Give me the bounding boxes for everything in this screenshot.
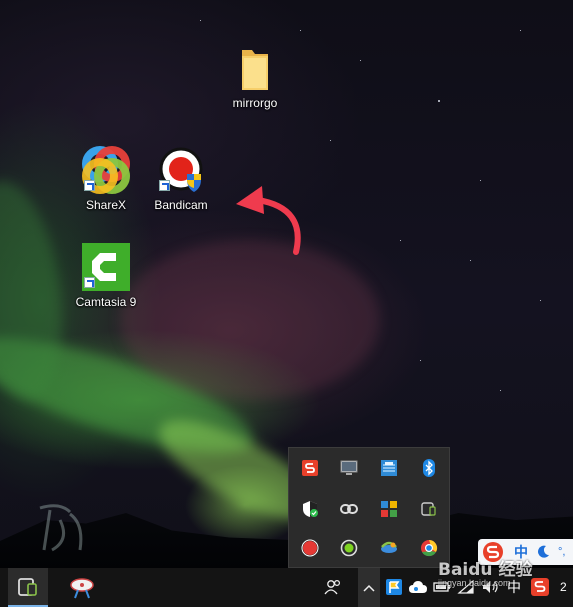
desktop-icon-camtasia[interactable]: Camtasia 9 <box>66 243 146 309</box>
people-button[interactable] <box>322 576 344 598</box>
tray-item[interactable] <box>338 457 360 479</box>
ime-punct-label[interactable]: °, <box>558 546 565 558</box>
color-squares-icon <box>381 501 397 517</box>
star <box>540 300 541 301</box>
desktop-icon-bandicam[interactable]: Bandicam <box>141 146 221 212</box>
tray-item[interactable] <box>378 457 400 479</box>
sogou-s-icon <box>302 460 318 476</box>
bluetooth-icon <box>423 459 435 477</box>
phone-mirror-icon <box>421 502 436 516</box>
shortcut-arrow-icon <box>159 180 170 191</box>
tray-item[interactable] <box>418 537 440 559</box>
earth-sync-icon <box>381 541 397 553</box>
moon-icon[interactable] <box>536 545 550 559</box>
tray-item[interactable] <box>299 457 321 479</box>
folder-icon <box>242 50 268 90</box>
tray-cloud[interactable] <box>408 577 428 597</box>
calligraphy-watermark <box>39 504 83 552</box>
chevron-up-icon <box>363 584 375 592</box>
green-circle-icon <box>340 539 358 557</box>
cut-tool-icon <box>70 577 94 598</box>
star <box>500 390 501 391</box>
tray-item[interactable] <box>299 537 321 559</box>
watermark-title: Baidu 经验 <box>438 560 533 580</box>
desktop-icon-label: mirrorgo <box>232 96 278 110</box>
app-flag-icon <box>386 579 402 595</box>
tray-sogou[interactable] <box>530 577 550 597</box>
tray-item[interactable] <box>299 498 321 520</box>
star <box>400 240 401 241</box>
cloud-icon <box>409 581 427 593</box>
sogou-s-icon <box>531 578 549 596</box>
phone-mirror-icon <box>18 577 37 596</box>
record-red-icon <box>301 539 319 557</box>
tray-item[interactable] <box>338 498 360 520</box>
desktop-icon-mirrorgo[interactable]: mirrorgo <box>215 48 295 110</box>
annotation-arrow <box>236 186 301 255</box>
clock[interactable]: 2 <box>560 576 573 598</box>
tray-item[interactable] <box>418 457 440 479</box>
taskbar-app-phone-mirror[interactable] <box>8 568 48 607</box>
desktop-icon-label: Bandicam <box>154 198 208 212</box>
tray-item[interactable] <box>378 537 400 559</box>
desktop-icon-label: Camtasia 9 <box>75 295 137 309</box>
people-icon <box>324 579 341 595</box>
desktop-icon-label: ShareX <box>85 198 127 212</box>
shortcut-arrow-icon <box>84 277 95 288</box>
tray-item[interactable] <box>378 498 400 520</box>
shortcut-arrow-icon <box>84 180 95 191</box>
baidu-watermark: Baidu 经验 jingyan.baidu.com <box>438 555 532 588</box>
tray-app-flag[interactable] <box>384 577 404 597</box>
star <box>300 30 301 31</box>
show-hidden-icons-button[interactable] <box>358 568 380 607</box>
network-adapter-icon <box>381 460 397 476</box>
star <box>470 260 471 261</box>
tray-item[interactable] <box>338 537 360 559</box>
tray-overflow-popup <box>288 447 450 568</box>
star <box>330 140 331 141</box>
desktop-icon-sharex[interactable]: ShareX <box>66 146 146 212</box>
star <box>420 360 421 361</box>
star <box>200 20 201 21</box>
star <box>438 100 440 102</box>
star <box>360 60 361 61</box>
monitor-icon <box>340 460 358 475</box>
link-chain-icon <box>340 504 358 514</box>
star <box>520 30 521 31</box>
tray-item[interactable] <box>418 498 440 520</box>
clock-time-partial: 2 <box>560 580 567 594</box>
security-shield-icon <box>303 501 318 517</box>
star <box>480 180 481 181</box>
taskbar-app-snipping[interactable] <box>62 568 102 607</box>
chrome-like-icon <box>421 539 438 557</box>
